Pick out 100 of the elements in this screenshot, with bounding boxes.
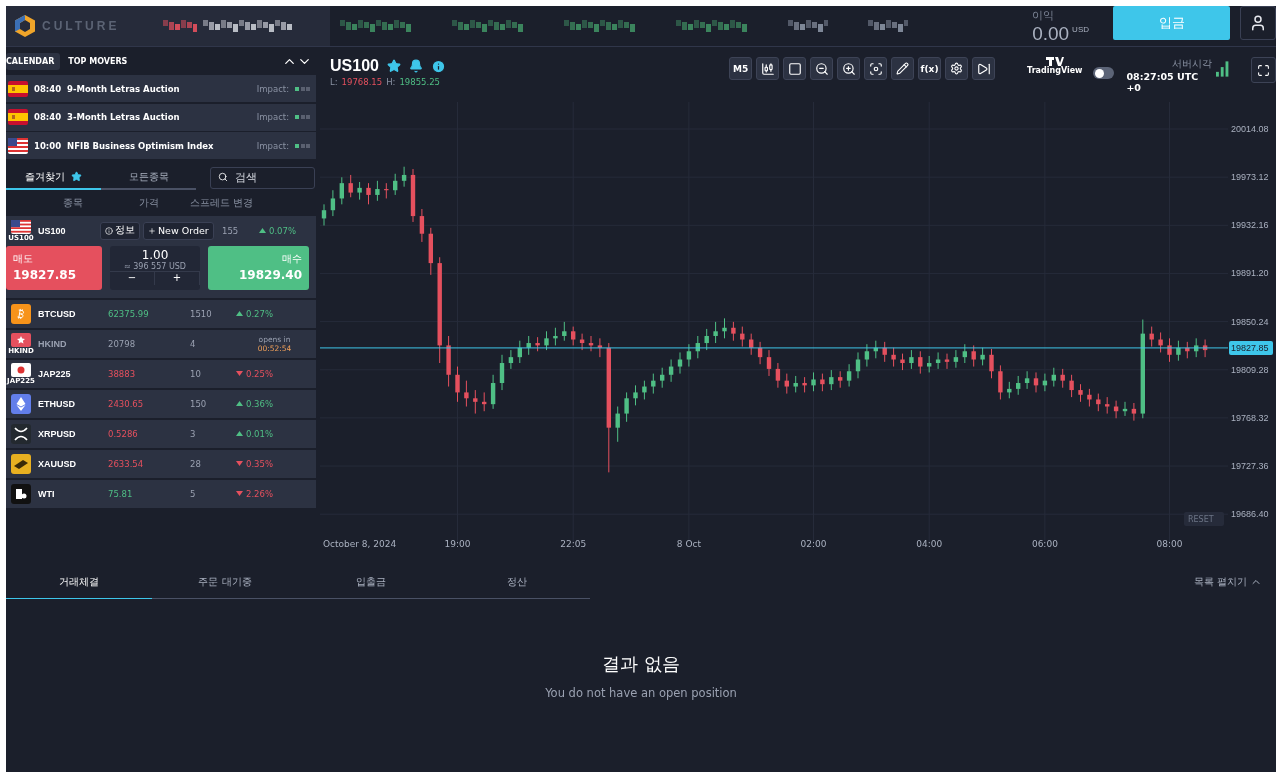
candle <box>384 182 389 199</box>
us-flag-icon <box>8 137 28 154</box>
profit-label: 이익 <box>1032 7 1055 23</box>
symbol: XRPUSD <box>38 428 77 439</box>
expand-list-link[interactable]: 목록 펼치기 <box>1187 574 1268 590</box>
calendar-event[interactable]: 08:40 9-Month Letras Auction Impact: <box>6 75 316 102</box>
positions-tab[interactable]: 거래체결 <box>6 565 152 599</box>
settings-button[interactable] <box>945 57 969 80</box>
candle <box>1105 396 1110 415</box>
new-order-button[interactable]: New Order <box>143 221 214 240</box>
positions-tab[interactable]: 정산 <box>444 565 590 599</box>
change: 0.25% <box>246 368 273 379</box>
calendar-tab[interactable]: CALENDAR <box>6 52 61 70</box>
zoom-in-icon <box>841 61 856 76</box>
candle <box>704 328 709 351</box>
spain-flag-icon <box>8 109 28 125</box>
instrument-row[interactable]: WTI 75.81 5 2.26% <box>6 479 316 508</box>
candle <box>740 326 745 348</box>
user-button[interactable] <box>1240 6 1276 40</box>
candle <box>490 374 496 410</box>
candle <box>1033 371 1039 393</box>
candle <box>499 354 505 391</box>
decrease-button[interactable]: − <box>110 271 155 285</box>
info-icon[interactable] <box>430 58 446 74</box>
skip-forward-button[interactable] <box>972 57 996 80</box>
star-icon[interactable] <box>386 59 401 73</box>
indicator-button[interactable]: f(x) <box>918 57 942 80</box>
candle <box>953 349 959 369</box>
zoom-in-button[interactable] <box>837 57 861 80</box>
column-header: 스프레드 <box>190 196 231 210</box>
candle <box>713 321 718 344</box>
spread: 150 <box>190 398 208 409</box>
symbol: XAUUSD <box>38 458 77 469</box>
impact-label: Impact: <box>256 140 289 151</box>
candle <box>1158 331 1163 353</box>
candle <box>428 227 433 276</box>
candle <box>1087 388 1092 407</box>
watchlist-tab[interactable]: 즐겨찾기 <box>6 165 101 190</box>
candle <box>321 203 327 226</box>
focus-button[interactable] <box>864 57 888 80</box>
candle <box>1016 375 1021 396</box>
calendar-event[interactable]: 08:40 3-Month Letras Auction Impact: <box>6 103 316 131</box>
candle <box>980 347 985 366</box>
price: 0.5286 <box>108 428 139 439</box>
shape-button[interactable] <box>783 57 807 80</box>
draw-button[interactable] <box>891 57 915 80</box>
pixelated-ticker <box>564 20 636 32</box>
increase-button[interactable]: + <box>155 271 200 285</box>
candle <box>597 337 603 358</box>
change: 0.35% <box>246 458 273 469</box>
square-icon <box>787 61 802 76</box>
pixelated-ticker <box>162 20 197 32</box>
candle <box>935 351 941 370</box>
positions-tab[interactable]: 입출금 <box>298 565 444 599</box>
candle <box>784 373 789 395</box>
column-header: 가격 <box>138 196 160 210</box>
time-label: 08:00 <box>1156 539 1183 549</box>
candle <box>1113 400 1119 419</box>
pixelated-ticker <box>452 20 524 32</box>
candle <box>757 341 763 365</box>
instrument-row[interactable]: BTCUSD 62375.99 1510 0.27% <box>6 299 316 328</box>
instrument-row[interactable]: XAUUSD 2633.54 28 0.35% <box>6 449 316 478</box>
change: 0.36% <box>246 398 273 409</box>
candle <box>1024 370 1030 390</box>
settings-icon <box>950 62 964 75</box>
hexagon-logo-icon <box>14 14 36 38</box>
search-field[interactable]: 검색 <box>210 166 315 189</box>
watchlist-tab[interactable]: 모든종목 <box>101 165 196 190</box>
price-tick: 19686.40 <box>1231 509 1269 520</box>
spread: 155 <box>222 225 240 236</box>
candle <box>998 364 1003 400</box>
pixelated-ticker <box>340 20 412 32</box>
chart-type-button[interactable] <box>756 57 780 80</box>
candle <box>1167 337 1172 363</box>
info-button[interactable]: 정보 <box>100 221 140 240</box>
calendar-event[interactable]: 10:00 NFIB Business Optimism Index Impact: <box>6 132 316 159</box>
bell-icon[interactable] <box>408 59 423 73</box>
toggle-switch[interactable] <box>1092 67 1115 79</box>
candle <box>864 343 870 368</box>
fullscreen-button[interactable] <box>1251 57 1276 83</box>
price-tick: 19850.24 <box>1231 316 1269 327</box>
interval-button[interactable]: M5 <box>729 57 753 80</box>
instrument-row[interactable]: XRPUSD 0.5286 3 0.01% <box>6 419 316 448</box>
zoom-out-button[interactable] <box>810 57 834 80</box>
candle <box>401 166 407 188</box>
sell-button[interactable]: 매도 19827.85 <box>6 245 102 290</box>
time-label: 22:05 <box>560 539 587 549</box>
instrument-row[interactable]: ETHUSD 2430.65 150 0.36% <box>6 389 316 418</box>
positions-tab[interactable]: 주문 대기중 <box>152 565 298 599</box>
candle <box>722 317 727 339</box>
candle <box>366 182 371 205</box>
price: 62375.99 <box>108 308 150 319</box>
quantity-field[interactable]: 1.00 <box>110 245 200 262</box>
candle <box>446 335 451 388</box>
calendar-tab[interactable]: TOP MOVERS <box>68 52 134 70</box>
plus-icon <box>148 226 156 235</box>
candle <box>811 371 816 392</box>
info-icon <box>105 226 113 235</box>
candle <box>1185 341 1190 359</box>
pixelated-ticker <box>868 20 908 32</box>
